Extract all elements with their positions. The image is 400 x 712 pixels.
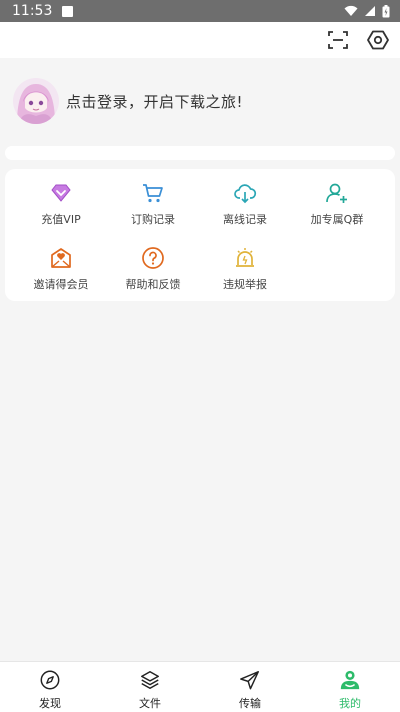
menu-label: 违规举报 (223, 278, 267, 291)
nav-label: 文件 (139, 697, 161, 710)
send-icon (240, 671, 259, 690)
menu-label: 帮助和反馈 (125, 278, 181, 291)
wifi-icon (344, 5, 358, 16)
function-grid: 充值VIP 订购记录 离线记录 加专属Q群 邀请得会员 帮助和反馈 违规举报 (5, 169, 395, 301)
settings-icon[interactable] (366, 28, 390, 52)
cart-icon (143, 184, 163, 203)
nav-label: 我的 (339, 697, 361, 710)
menu-label: 邀请得会员 (33, 278, 89, 291)
nav-label: 传输 (239, 697, 261, 710)
signal-icon (365, 6, 375, 16)
me-icon (340, 670, 360, 690)
help-icon (142, 247, 164, 269)
help-feedback-button[interactable]: 帮助和反馈 (107, 246, 199, 298)
report-violation-button[interactable]: 违规举报 (199, 246, 291, 298)
battery-icon (382, 4, 390, 17)
offline-records-button[interactable]: 离线记录 (199, 181, 291, 233)
join-qq-group-button[interactable]: 加专属Q群 (291, 181, 383, 233)
nav-transfer[interactable]: 传输 (200, 662, 300, 712)
notification-icon (62, 5, 74, 17)
compass-icon (40, 670, 60, 690)
login-prompt[interactable]: 点击登录，开启下载之旅! (66, 91, 243, 112)
avatar[interactable] (13, 78, 59, 124)
status-bar: 11:53 (0, 0, 400, 22)
nav-label: 发现 (39, 697, 61, 710)
nav-files[interactable]: 文件 (100, 662, 200, 712)
top-bar (0, 22, 400, 58)
scan-icon[interactable] (326, 28, 350, 52)
nav-me[interactable]: 我的 (300, 662, 400, 712)
invite-member-button[interactable]: 邀请得会员 (15, 246, 107, 298)
menu-label: 订购记录 (131, 213, 175, 226)
add-user-icon (326, 183, 347, 203)
nav-discover[interactable]: 发现 (0, 662, 100, 712)
layers-icon (141, 671, 159, 689)
bottom-navigation: 发现 文件 传输 我的 (0, 661, 400, 712)
alarm-icon (236, 248, 254, 267)
recharge-vip-button[interactable]: 充值VIP (15, 181, 107, 233)
avatar-image (13, 78, 59, 124)
menu-label: 离线记录 (223, 213, 267, 226)
menu-label: 充值VIP (41, 213, 81, 226)
status-time: 11:53 (12, 3, 53, 19)
menu-label: 加专属Q群 (310, 213, 364, 226)
cloud-download-icon (234, 184, 257, 204)
diamond-icon (51, 184, 71, 202)
order-records-button[interactable]: 订购记录 (107, 181, 199, 233)
envelope-heart-icon (51, 248, 71, 268)
info-strip (5, 146, 395, 160)
login-area[interactable]: 点击登录，开启下载之旅! (0, 58, 400, 146)
